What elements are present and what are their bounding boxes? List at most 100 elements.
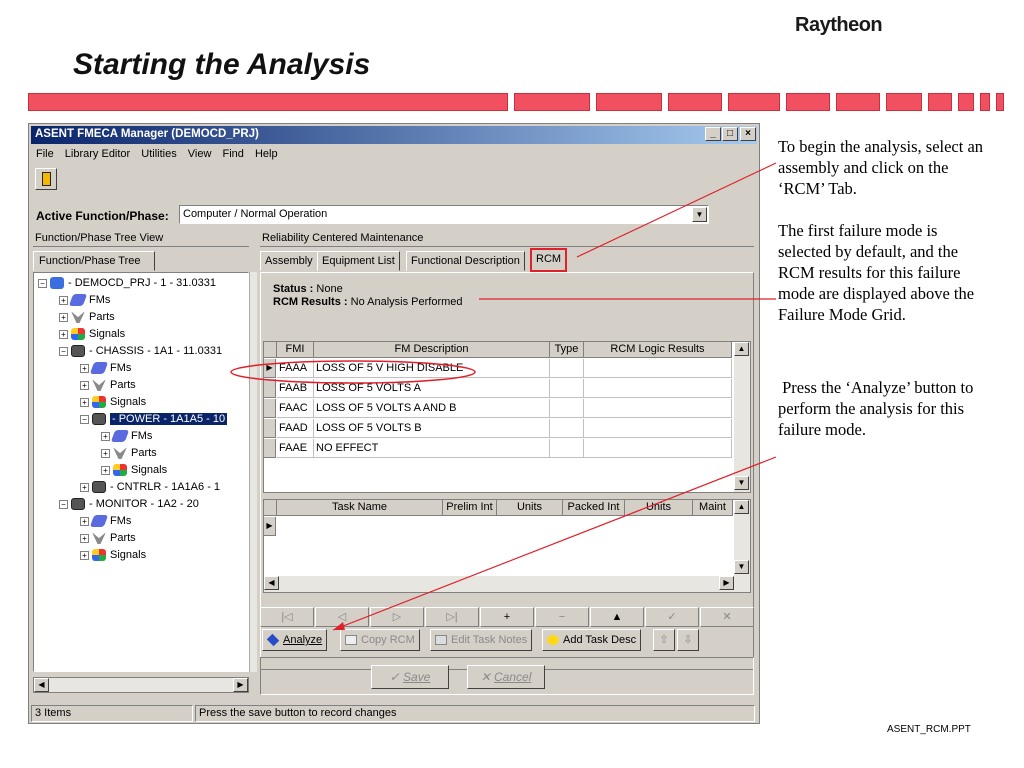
tab-assembly[interactable]: Assembly [260,251,318,271]
tree-node[interactable]: − - POWER - 1A1A5 - 10 [80,411,228,428]
column-header-rcm-logic-results[interactable]: RCM Logic Results [584,342,732,358]
expand-icon[interactable]: + [101,431,110,441]
collapse-icon[interactable]: − [38,278,47,288]
scroll-down-icon[interactable]: ▼ [734,560,749,574]
cancel-button[interactable]: ✕ Cancel [467,665,545,689]
expand-icon[interactable]: + [59,329,68,339]
maximize-button[interactable]: □ [722,127,738,141]
window-titlebar[interactable]: ASENT FMECA Manager (DEMOCD_PRJ) [31,126,757,144]
table-cell[interactable] [550,379,584,398]
move-down-button[interactable]: ⇩ [677,629,699,651]
add-task-desc-button[interactable]: Add Task Desc [542,629,642,651]
collapse-icon[interactable]: − [59,346,68,356]
menu-utilities[interactable]: Utilities [138,146,181,160]
tree-node[interactable]: + FMs [101,428,152,445]
first-record-button[interactable]: |◁ [260,607,314,627]
menu-help[interactable]: Help [252,146,283,160]
column-header-units[interactable]: Units [625,500,693,516]
task-grid-horizontal-scrollbar[interactable]: ◀ ▶ [264,576,734,592]
tab-rcm[interactable]: RCM [530,248,568,272]
table-cell[interactable] [550,359,584,378]
table-cell[interactable] [584,419,732,438]
expand-icon[interactable]: + [80,397,89,407]
column-header-task-name[interactable]: Task Name [277,500,443,516]
scroll-up-icon[interactable]: ▲ [734,500,749,514]
insert-record-button[interactable]: + [480,607,534,627]
table-cell[interactable]: NO EFFECT [314,439,550,458]
row-selector[interactable] [264,419,276,438]
post-record-button[interactable]: ✓ [645,607,699,627]
tab-function-phase-tree[interactable]: Function/Phase Tree [33,251,155,271]
table-cell[interactable] [584,399,732,418]
row-selector[interactable] [264,399,276,418]
expand-icon[interactable]: + [80,516,89,526]
tree-node[interactable]: + - CNTRLR - 1A1A6 - 1 [80,479,220,496]
expand-icon[interactable]: + [80,533,89,543]
tree-node[interactable]: − - CHASSIS - 1A1 - 11.0331 [59,343,222,360]
table-cell[interactable]: LOSS OF 5 V HIGH DISABLE [314,359,550,378]
tree-node[interactable]: + Signals [101,462,167,479]
cancel-edit-button[interactable]: ✕ [700,607,754,627]
scroll-left-icon[interactable]: ◀ [34,678,49,692]
last-record-button[interactable]: ▷| [425,607,479,627]
expand-icon[interactable]: + [101,465,110,475]
tree-node[interactable]: + Signals [80,394,146,411]
minimize-button[interactable]: _ [705,127,721,141]
expand-icon[interactable]: + [80,550,89,560]
table-cell[interactable] [550,419,584,438]
table-cell[interactable]: FAAD [277,419,314,438]
table-cell[interactable]: LOSS OF 5 VOLTS B [314,419,550,438]
edit-record-button[interactable]: ▲ [590,607,644,627]
row-selector[interactable] [264,439,276,458]
table-cell[interactable]: FAAE [277,439,314,458]
menu-library-editor[interactable]: Library Editor [62,146,135,160]
prev-record-button[interactable]: ◁ [315,607,369,627]
menu-file[interactable]: File [33,146,59,160]
collapse-icon[interactable]: − [59,499,68,509]
column-header-units[interactable]: Units [497,500,563,516]
table-cell[interactable]: FAAB [277,379,314,398]
table-cell[interactable]: FAAA [277,359,314,378]
table-cell[interactable] [550,399,584,418]
table-cell[interactable]: FAAC [277,399,314,418]
expand-icon[interactable]: + [59,295,68,305]
tree-node[interactable]: − - MONITOR - 1A2 - 20 [59,496,199,513]
column-header-fmi[interactable]: FMI [277,342,314,358]
table-cell[interactable] [584,439,732,458]
column-header-packed-int[interactable]: Packed Int [563,500,625,516]
tree-node[interactable]: + FMs [80,360,131,377]
tree-node[interactable]: + FMs [59,292,110,309]
move-up-button[interactable]: ⇧ [653,629,675,651]
next-record-button[interactable]: ▷ [370,607,424,627]
scroll-left-icon[interactable]: ◀ [264,576,279,590]
tree-node[interactable]: + FMs [80,513,131,530]
expand-icon[interactable]: + [80,380,89,390]
tree-node[interactable]: + Parts [80,377,136,394]
tab-functional-description[interactable]: Functional Description [406,251,525,271]
tree-scrollbar[interactable] [249,272,257,672]
tree-node[interactable]: + Parts [59,309,115,326]
save-button[interactable]: ✓ Save [371,665,449,689]
expand-icon[interactable]: + [59,312,68,322]
grid-scrollbar[interactable]: ▲ ▼ [734,500,750,592]
table-cell[interactable] [584,359,732,378]
exit-button[interactable] [35,168,57,190]
expand-icon[interactable]: + [80,482,89,492]
column-header-type[interactable]: Type [550,342,584,358]
column-header-maint[interactable]: Maint [693,500,733,516]
row-selector[interactable] [264,379,276,398]
edit-task-notes-button[interactable]: Edit Task Notes [430,629,533,651]
tree-node[interactable]: + Parts [80,530,136,547]
tree-horizontal-scrollbar[interactable]: ◀ ▶ [33,677,249,693]
delete-record-button[interactable]: − [535,607,589,627]
menu-find[interactable]: Find [220,146,249,160]
table-cell[interactable] [584,379,732,398]
table-cell[interactable] [550,439,584,458]
active-function-select[interactable]: Computer / Normal Operation ▼ [179,205,709,224]
menu-view[interactable]: View [185,146,217,160]
scroll-down-icon[interactable]: ▼ [734,476,749,490]
tree-node[interactable]: + Signals [59,326,125,343]
close-button[interactable]: × [740,127,756,141]
current-row-icon[interactable]: ▶ [264,359,276,378]
analyze-button[interactable]: Analyze [262,629,328,651]
